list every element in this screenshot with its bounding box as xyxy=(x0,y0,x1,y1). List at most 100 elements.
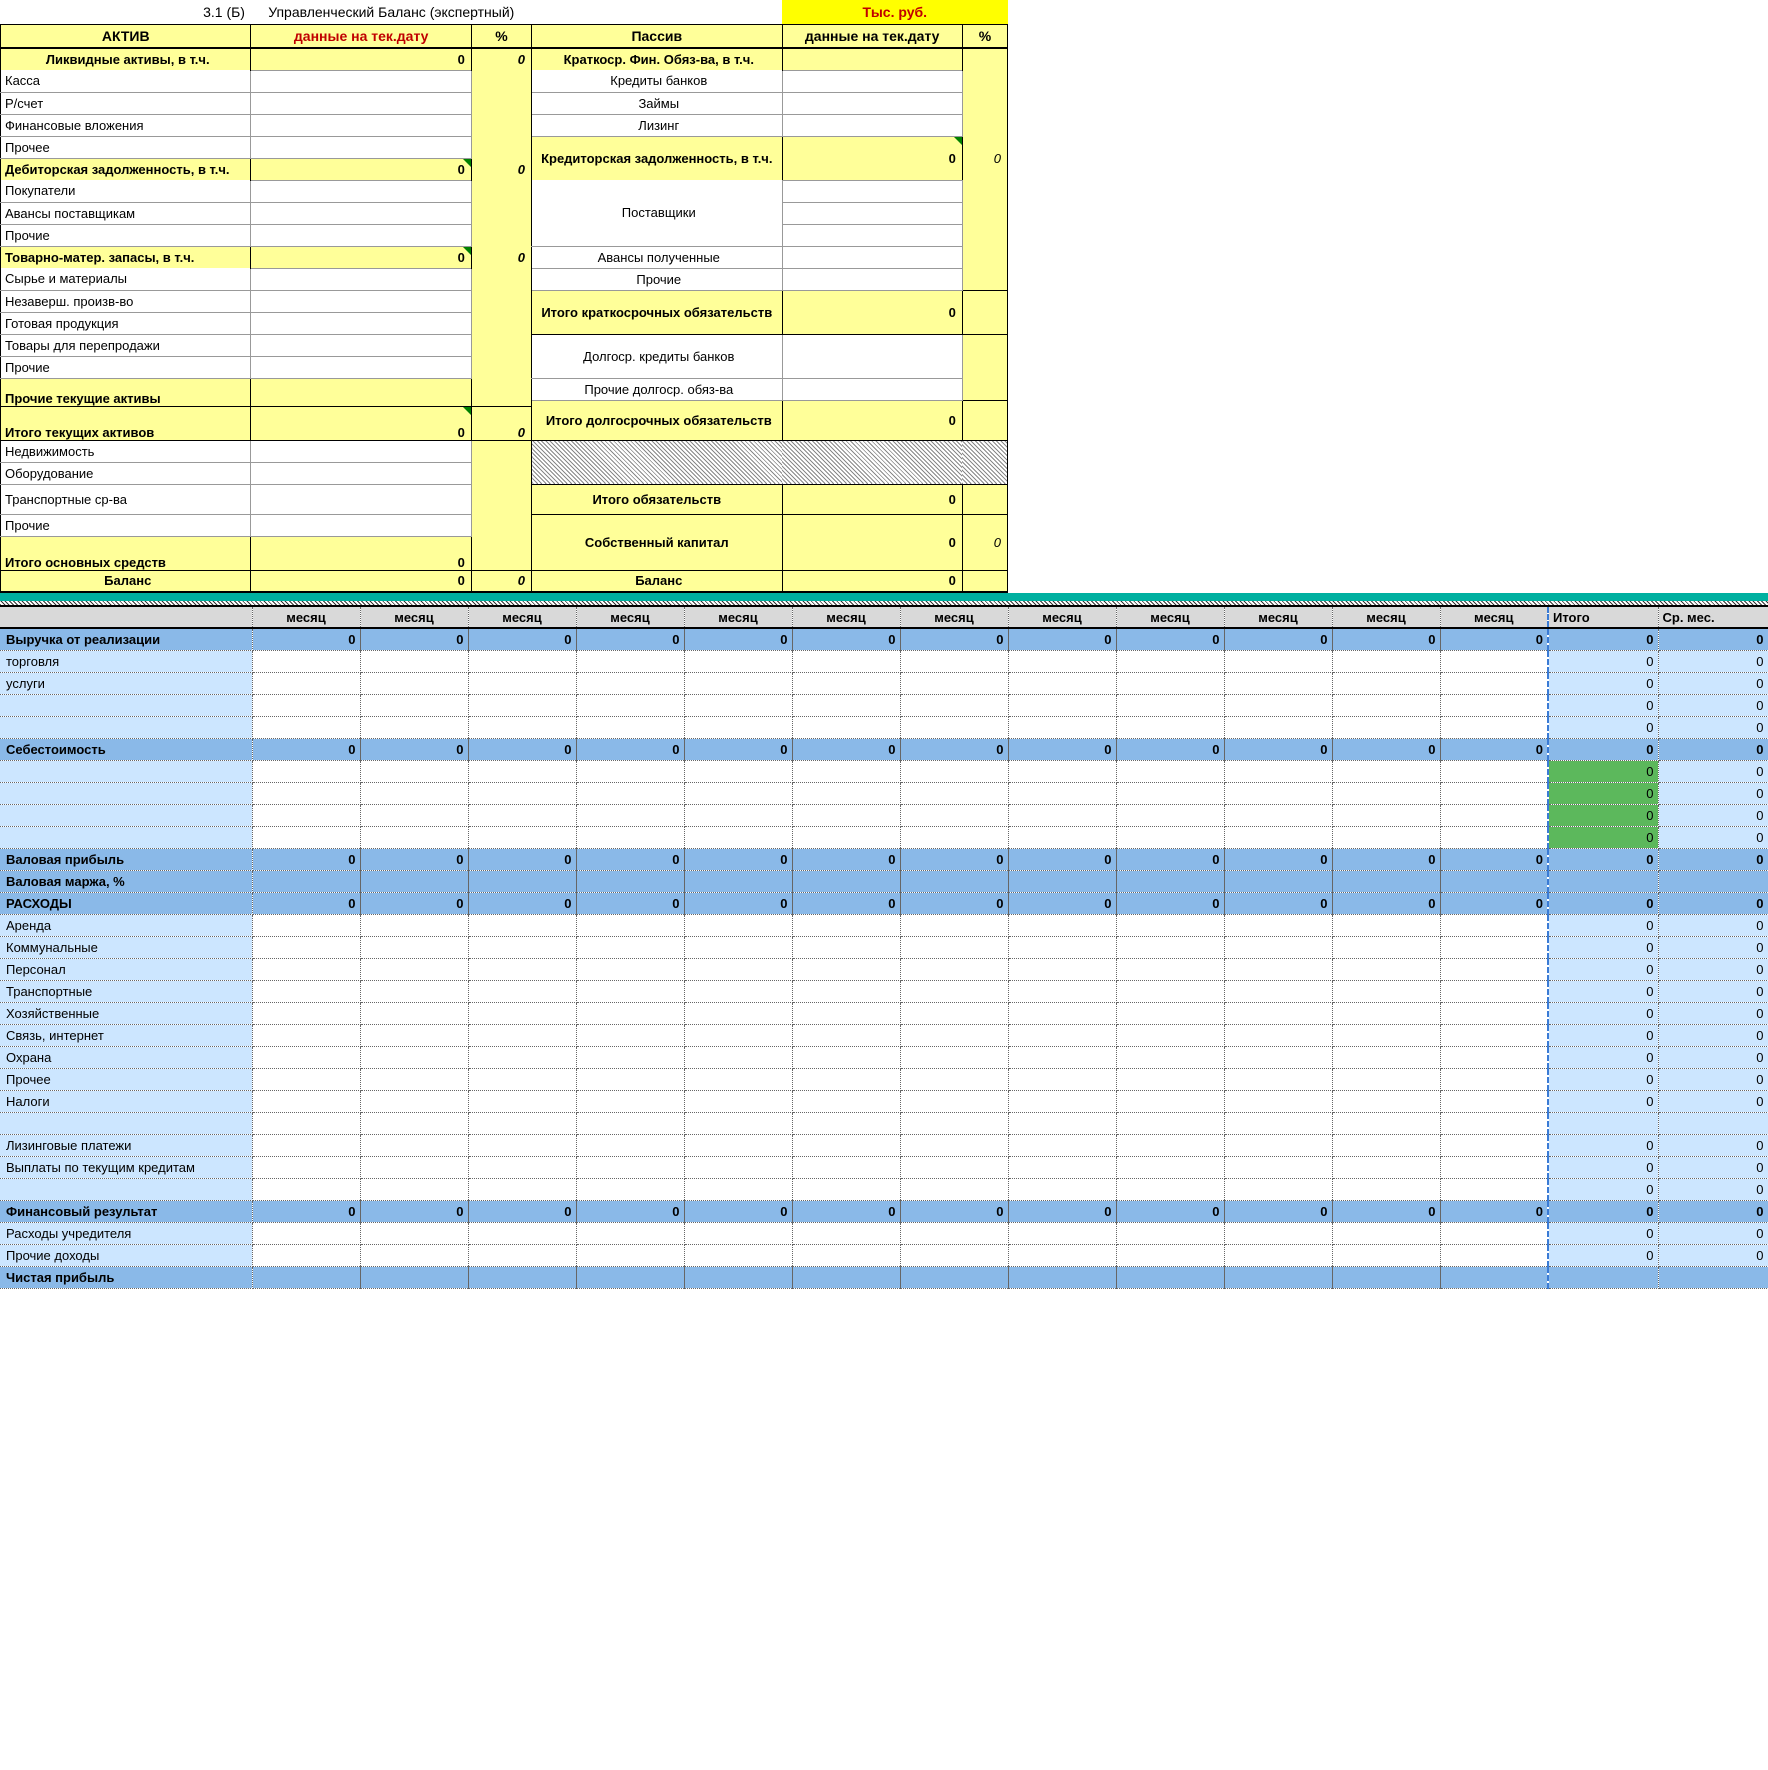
pl-nalogi-avg[interactable]: 0 xyxy=(1658,1090,1768,1112)
pl-finres-m9[interactable]: 0 xyxy=(1224,1200,1332,1222)
liquid-assets-value[interactable]: 0 xyxy=(251,48,471,70)
pl-revenue-avg[interactable]: 0 xyxy=(1658,628,1768,650)
pl-cogs-m2[interactable]: 0 xyxy=(468,738,576,760)
pl-ohrana-total[interactable]: 0 xyxy=(1548,1046,1658,1068)
pl-margin-m3[interactable] xyxy=(576,870,684,892)
pl-net-m7[interactable] xyxy=(1008,1266,1116,1288)
pl-cogs-m10[interactable]: 0 xyxy=(1332,738,1440,760)
pl-finres-m1[interactable]: 0 xyxy=(360,1200,468,1222)
pl-exp-m8[interactable]: 0 xyxy=(1116,892,1224,914)
pl-gross-m11[interactable]: 0 xyxy=(1440,848,1548,870)
pl-cogs-m9[interactable]: 0 xyxy=(1224,738,1332,760)
pl-finres-m10[interactable]: 0 xyxy=(1332,1200,1440,1222)
pl-vypl-avg[interactable]: 0 xyxy=(1658,1156,1768,1178)
pl-revenue-total[interactable]: 0 xyxy=(1548,628,1658,650)
pl-finres-m0[interactable]: 0 xyxy=(252,1200,360,1222)
pl-finres-m2[interactable]: 0 xyxy=(468,1200,576,1222)
pl-revenue-m8[interactable]: 0 xyxy=(1116,628,1224,650)
pl-net-m10[interactable] xyxy=(1332,1266,1440,1288)
pl-liz-total[interactable]: 0 xyxy=(1548,1134,1658,1156)
pl-personal-total[interactable]: 0 xyxy=(1548,958,1658,980)
pl-net-m1[interactable] xyxy=(360,1266,468,1288)
pl-cogs-m5[interactable]: 0 xyxy=(792,738,900,760)
pl-net-m2[interactable] xyxy=(468,1266,576,1288)
pl-transp-total[interactable]: 0 xyxy=(1548,980,1658,1002)
pl-finres-m8[interactable]: 0 xyxy=(1116,1200,1224,1222)
pl-finres-m5[interactable]: 0 xyxy=(792,1200,900,1222)
pl-gross-m0[interactable]: 0 xyxy=(252,848,360,870)
pl-margin-m1[interactable] xyxy=(360,870,468,892)
pl-cogs-avg[interactable]: 0 xyxy=(1658,738,1768,760)
pl-uslugi-total[interactable]: 0 xyxy=(1548,672,1658,694)
pl-cogs-m0[interactable]: 0 xyxy=(252,738,360,760)
pl-gross-m4[interactable]: 0 xyxy=(684,848,792,870)
pl-cogs-total[interactable]: 0 xyxy=(1548,738,1658,760)
pl-net-m3[interactable] xyxy=(576,1266,684,1288)
pl-revenue-m7[interactable]: 0 xyxy=(1008,628,1116,650)
pl-exp-m2[interactable]: 0 xyxy=(468,892,576,914)
pl-exp-m5[interactable]: 0 xyxy=(792,892,900,914)
pl-margin-m2[interactable] xyxy=(468,870,576,892)
pl-cogs-m6[interactable]: 0 xyxy=(900,738,1008,760)
pl-margin-total[interactable] xyxy=(1548,870,1658,892)
pl-gross-m5[interactable]: 0 xyxy=(792,848,900,870)
pl-arenda-total[interactable]: 0 xyxy=(1548,914,1658,936)
pl-revenue-m9[interactable]: 0 xyxy=(1224,628,1332,650)
pl-c4-total[interactable]: 0 xyxy=(1548,826,1658,848)
pl-torg-total[interactable]: 0 xyxy=(1548,650,1658,672)
pl-gross-m8[interactable]: 0 xyxy=(1116,848,1224,870)
pl-margin-avg[interactable] xyxy=(1658,870,1768,892)
pl-margin-m8[interactable] xyxy=(1116,870,1224,892)
pl-revenue-m4[interactable]: 0 xyxy=(684,628,792,650)
pl-exp-m7[interactable]: 0 xyxy=(1008,892,1116,914)
debit-value[interactable]: 0 xyxy=(251,158,471,180)
pl-c1-total[interactable]: 0 xyxy=(1548,760,1658,782)
pl-net-avg[interactable] xyxy=(1658,1266,1768,1288)
pl-cogs-m8[interactable]: 0 xyxy=(1116,738,1224,760)
pl-revenue-m10[interactable]: 0 xyxy=(1332,628,1440,650)
pl-finres-total[interactable]: 0 xyxy=(1548,1200,1658,1222)
pl-exp-m1[interactable]: 0 xyxy=(360,892,468,914)
pl-revenue-m6[interactable]: 0 xyxy=(900,628,1008,650)
pl-finres-m11[interactable]: 0 xyxy=(1440,1200,1548,1222)
pl-exp-m4[interactable]: 0 xyxy=(684,892,792,914)
pl-prochee-avg[interactable]: 0 xyxy=(1658,1068,1768,1090)
pl-revenue-m5[interactable]: 0 xyxy=(792,628,900,650)
pl-exp-m11[interactable]: 0 xyxy=(1440,892,1548,914)
pl-margin-m4[interactable] xyxy=(684,870,792,892)
pl-gross-m9[interactable]: 0 xyxy=(1224,848,1332,870)
pl-exp-total[interactable]: 0 xyxy=(1548,892,1658,914)
pl-revenue-m3[interactable]: 0 xyxy=(576,628,684,650)
pl-svyaz-total[interactable]: 0 xyxy=(1548,1024,1658,1046)
pl-margin-m9[interactable] xyxy=(1224,870,1332,892)
pl-net-m8[interactable] xyxy=(1116,1266,1224,1288)
pl-revenue-m1[interactable]: 0 xyxy=(360,628,468,650)
pl-c1-avg[interactable]: 0 xyxy=(1658,760,1768,782)
pl-finres-avg[interactable]: 0 xyxy=(1658,1200,1768,1222)
pl-arenda-avg[interactable]: 0 xyxy=(1658,914,1768,936)
pl-prdoh-avg[interactable]: 0 xyxy=(1658,1244,1768,1266)
pl-gross-m10[interactable]: 0 xyxy=(1332,848,1440,870)
pl-svyaz-avg[interactable]: 0 xyxy=(1658,1024,1768,1046)
pl-margin-m7[interactable] xyxy=(1008,870,1116,892)
pl-finres-m3[interactable]: 0 xyxy=(576,1200,684,1222)
pl-kommun-total[interactable]: 0 xyxy=(1548,936,1658,958)
pl-margin-m11[interactable] xyxy=(1440,870,1548,892)
pl-hoz-total[interactable]: 0 xyxy=(1548,1002,1658,1024)
pl-margin-m6[interactable] xyxy=(900,870,1008,892)
pl-kommun-avg[interactable]: 0 xyxy=(1658,936,1768,958)
pl-liz-avg[interactable]: 0 xyxy=(1658,1134,1768,1156)
pl-torg-avg[interactable]: 0 xyxy=(1658,650,1768,672)
pl-cogs-m4[interactable]: 0 xyxy=(684,738,792,760)
pl-c4-avg[interactable]: 0 xyxy=(1658,826,1768,848)
pl-exp-m0[interactable]: 0 xyxy=(252,892,360,914)
pl-revenue-m11[interactable]: 0 xyxy=(1440,628,1548,650)
pl-vypl-total[interactable]: 0 xyxy=(1548,1156,1658,1178)
pl-prochee-total[interactable]: 0 xyxy=(1548,1068,1658,1090)
pl-gross-avg[interactable]: 0 xyxy=(1658,848,1768,870)
pl-gross-m1[interactable]: 0 xyxy=(360,848,468,870)
pl-net-m9[interactable] xyxy=(1224,1266,1332,1288)
pl-exp-m6[interactable]: 0 xyxy=(900,892,1008,914)
pl-margin-m10[interactable] xyxy=(1332,870,1440,892)
pl-revenue-m2[interactable]: 0 xyxy=(468,628,576,650)
